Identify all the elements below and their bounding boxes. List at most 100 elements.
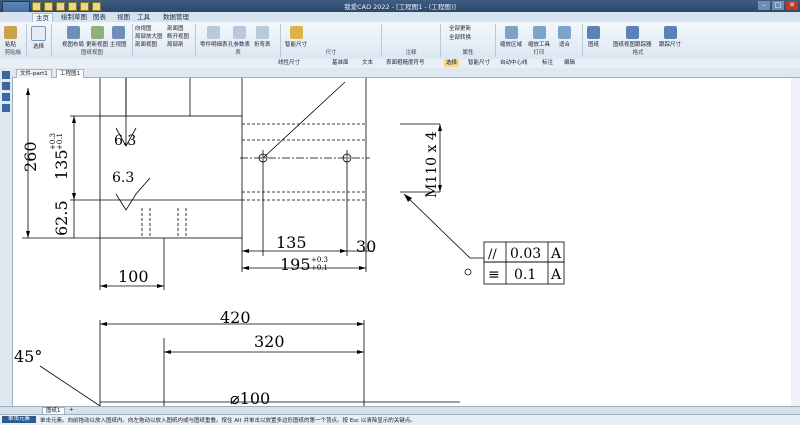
bend-table-icon <box>255 26 269 39</box>
section-button[interactable]: 剖面图 <box>167 24 184 32</box>
dim-260[interactable]: 260 <box>21 141 40 172</box>
dim-420[interactable]: 420 <box>220 308 251 327</box>
tab-view[interactable]: 视图 <box>114 13 133 22</box>
minimize-button[interactable]: – <box>758 1 770 10</box>
update-view-button[interactable]: 更新视图 <box>86 26 108 48</box>
cmd-auto-centerline[interactable]: 自动中心线 <box>498 60 530 67</box>
group-dimensions: 智能尺寸 尺寸 <box>281 24 382 57</box>
tab-data-management[interactable]: 数据管理 <box>160 13 192 22</box>
zoom-tool-button[interactable]: 缩放工具 <box>528 26 550 48</box>
refresh-icon <box>90 26 104 39</box>
dim-angle-45[interactable]: 45° <box>14 347 42 366</box>
sheet-icon <box>587 26 600 39</box>
status-message: 单击元素。向前拖动以放入图纸内。向左拖动以放入图纸内或与图纸重叠。按住 Alt … <box>40 418 416 424</box>
group-tables: 零件明细表 孔参数表 折弯表 表 <box>196 24 281 57</box>
hole-table-button[interactable]: 孔参数表 <box>228 26 250 48</box>
smart-dimension-icon <box>289 26 303 39</box>
broken-view-button[interactable]: 断开视图 <box>167 32 189 40</box>
section-view-label: 剖面视图 <box>135 42 158 48</box>
select-button[interactable]: 选择 <box>31 26 46 50</box>
convert-all-button[interactable]: 全部转换 <box>449 33 471 41</box>
help-icon[interactable] <box>2 104 10 112</box>
close-button[interactable]: ✕ <box>786 1 798 10</box>
partial-section-button[interactable]: 局部剖 <box>167 40 184 48</box>
dim-320[interactable]: 320 <box>254 332 285 351</box>
group-label: 注释 <box>405 50 417 56</box>
fit-button[interactable]: 适合 <box>558 26 571 48</box>
update-all-button[interactable]: 全部更新 <box>449 24 471 32</box>
tab-sketch[interactable]: 绘制草图 <box>58 13 90 22</box>
cmd-text[interactable]: 文本 <box>360 60 375 67</box>
zoom-area-button[interactable]: 缩放区域 <box>500 26 522 48</box>
status-bar: 单击元素 单击元素。向前拖动以放入图纸内。向左拖动以放入图纸内或与图纸重叠。按住… <box>0 414 800 425</box>
layer-icon[interactable] <box>2 93 10 101</box>
dim-135-horizontal[interactable]: 135 <box>276 233 307 252</box>
thread-callout[interactable]: M110 x 4 <box>424 131 440 198</box>
cmd-edit[interactable]: 编辑 <box>562 60 577 67</box>
dim-diameter-100[interactable]: ⌀100 <box>230 389 270 408</box>
gdt-parallelism-symbol: // <box>488 247 497 262</box>
roughness-value-1: 6.3 <box>114 133 136 149</box>
redo-icon[interactable] <box>92 2 101 11</box>
view-layout-icon <box>66 26 80 39</box>
ribbon-tab-bar: 主页 绘制草图 图表 视图 工具 数据管理 <box>0 12 800 23</box>
save-icon[interactable] <box>56 2 65 11</box>
dim-30[interactable]: 30 <box>356 237 376 256</box>
undo-icon[interactable] <box>80 2 89 11</box>
sheet-button[interactable]: 图纸 <box>587 26 600 48</box>
new-file-icon[interactable] <box>32 2 41 11</box>
convert-all-label: 全部转换 <box>449 35 472 41</box>
section-view-button[interactable]: 剖面视图 <box>135 40 157 48</box>
window-title: 我爱CAD 2022 - [工程图1 - (工程图)] <box>344 3 456 11</box>
main-view-button[interactable]: 主视图 <box>110 26 127 48</box>
cmd-select[interactable]: 选择 <box>444 60 460 67</box>
view-tracker-icon <box>625 26 639 39</box>
title-bar: 我爱CAD 2022 - [工程图1 - (工程图)] <box>0 0 800 12</box>
maximize-button[interactable]: □ <box>772 1 784 10</box>
print-icon[interactable] <box>68 2 77 11</box>
track-dimension-button[interactable]: 跟踪尺寸 <box>659 26 681 48</box>
property-icon[interactable] <box>2 82 10 90</box>
tab-tools[interactable]: 工具 <box>134 13 153 22</box>
open-file-icon[interactable] <box>44 2 53 11</box>
fit-icon <box>558 26 571 39</box>
aux-view-button[interactable]: 向视图 <box>135 24 152 32</box>
tab-chart[interactable]: 图表 <box>90 13 109 22</box>
bend-table-button[interactable]: 折弯表 <box>254 26 271 48</box>
dim-62-5[interactable]: 62.5 <box>52 200 71 236</box>
cmd-smart-dimension[interactable]: 智能尺寸 <box>466 60 492 67</box>
tol-195-lower: +0.1 <box>311 264 328 272</box>
group-label: 属性 <box>462 50 474 56</box>
bom-button[interactable]: 零件明细表 <box>200 26 228 48</box>
update-all-label: 全部更新 <box>449 26 472 32</box>
dim-135-vertical[interactable]: 135 <box>52 149 71 180</box>
add-sheet-button[interactable]: + <box>66 407 77 414</box>
zoom-tool-icon <box>532 26 546 39</box>
group-view-types: 向视图 局部放大图 剖面视图 剖面图 断开视图 局部剖 <box>133 24 196 57</box>
view-tracker-button[interactable]: 图纸视图跟踪器 <box>613 26 652 48</box>
cmd-datum-plane[interactable]: 基准面 <box>330 60 351 67</box>
gdt-leader <box>403 193 484 259</box>
paste-icon <box>4 26 17 39</box>
group-label: 尺寸 <box>325 50 337 56</box>
doc-tab-drawing[interactable]: 工程图1 <box>56 69 84 78</box>
smart-dimension-button[interactable]: 智能尺寸 <box>285 26 307 48</box>
gdt-datum-1: A <box>550 246 562 262</box>
zoom-area-icon <box>504 26 518 39</box>
doc-tab-part[interactable]: 文件-part1 <box>16 69 52 78</box>
main-view-icon <box>111 26 125 39</box>
paste-button[interactable]: 粘贴 <box>4 26 17 48</box>
left-tool-strip <box>0 68 13 408</box>
feature-tree-icon[interactable] <box>2 71 10 79</box>
cmd-linear-dimension[interactable]: 线性尺寸 <box>276 60 302 67</box>
view-layout-button[interactable]: 视图布局 <box>62 26 84 48</box>
cursor-icon <box>31 26 46 41</box>
drawing-canvas[interactable]: 260 135 +0.3 +0.1 62.5 100 135 30 195 +0… <box>13 78 800 408</box>
dim-195[interactable]: 195 <box>280 255 311 274</box>
cmd-surface-roughness[interactable]: 表面粗糙度符号 <box>384 60 427 67</box>
vertical-scrollbar[interactable] <box>791 78 800 406</box>
table-icon <box>207 26 221 39</box>
dim-100[interactable]: 100 <box>118 267 149 286</box>
cmd-annotate[interactable]: 标注 <box>540 60 555 67</box>
detail-view-button[interactable]: 局部放大图 <box>135 32 163 40</box>
